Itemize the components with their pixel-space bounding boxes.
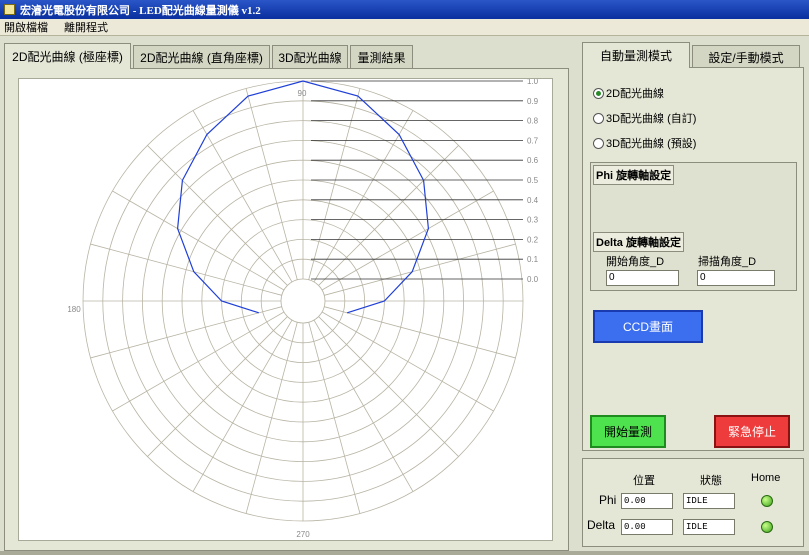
scan-angle-label: 掃描角度_D bbox=[698, 256, 757, 268]
menu-open-file[interactable]: 開啟檔檔 bbox=[4, 19, 48, 35]
start-angle-label: 開始角度_D bbox=[606, 256, 665, 268]
radial-tick-label: 0.3 bbox=[527, 216, 539, 225]
grid-spoke bbox=[313, 319, 414, 492]
radial-tick-label: 0.8 bbox=[527, 117, 539, 126]
axis-settings-group: Phi 旋轉軸設定 Delta 旋轉軸設定 開始角度_D 掃描角度_D 0 0 bbox=[590, 162, 797, 291]
grid-spoke bbox=[321, 190, 494, 291]
title-bar: 宏濬光電股份有限公司 - LED配光曲線量測儀 v1.2 bbox=[0, 0, 809, 19]
radial-tick-label: 0.9 bbox=[527, 97, 539, 106]
radio-button-icon[interactable] bbox=[593, 112, 604, 124]
grid-spoke bbox=[245, 322, 298, 514]
auto-mode-panel: 2D配光曲線 3D配光曲線 (自訂) 3D配光曲線 (預設) Phi 旋轉軸設定… bbox=[582, 67, 804, 451]
delta-home-led-icon bbox=[761, 521, 773, 533]
grid-spoke bbox=[147, 145, 288, 286]
radial-tick-label: 0.6 bbox=[527, 156, 539, 165]
grid-spoke bbox=[245, 88, 298, 280]
phi-position-field: 0.00 bbox=[621, 493, 673, 509]
status-strip bbox=[0, 551, 809, 555]
emergency-stop-button[interactable]: 緊急停止 bbox=[714, 415, 790, 448]
menu-bar: 開啟檔檔 離開程式 bbox=[0, 19, 809, 36]
tab-manual-mode[interactable]: 設定/手動模式 bbox=[692, 45, 800, 68]
tab-results[interactable]: 量測結果 bbox=[350, 45, 413, 68]
status-header-state: 狀態 bbox=[700, 475, 722, 487]
radial-tick-label: 0.2 bbox=[527, 235, 539, 244]
status-header-position: 位置 bbox=[633, 475, 655, 487]
phi-group-label: Phi 旋轉軸設定 bbox=[593, 165, 675, 185]
grid-spoke bbox=[318, 316, 459, 457]
axis-status-panel: 位置 狀態 Home Phi 0.00 IDLE Delta 0.00 IDLE bbox=[582, 458, 804, 547]
start-angle-input[interactable]: 0 bbox=[606, 270, 679, 286]
grid-spoke bbox=[112, 190, 285, 291]
tab-2d-cartesian[interactable]: 2D配光曲線 (直角座標) bbox=[133, 45, 270, 68]
radio-3d-custom[interactable]: 3D配光曲線 (自訂) bbox=[593, 110, 696, 126]
radio-label: 3D配光曲線 (自訂) bbox=[606, 113, 697, 125]
polar-plot: 1.0 0.9 0.8 0.7 0.6 0.5 0.4 0.3 0.2 0.1 0.0 90 180… bbox=[18, 78, 553, 541]
grid-spoke bbox=[318, 145, 459, 286]
grid-spoke bbox=[324, 306, 516, 359]
delta-position-field: 0.00 bbox=[621, 519, 673, 535]
phi-state-field: IDLE bbox=[683, 493, 735, 509]
polar-plot-panel: 1.0 0.9 0.8 0.7 0.6 0.5 0.4 0.3 0.2 0.1 0.0 90 180… bbox=[4, 68, 569, 551]
status-row-phi-label: Phi bbox=[599, 493, 617, 507]
grid-spoke bbox=[192, 110, 293, 283]
grid-spoke bbox=[147, 316, 288, 457]
scan-angle-input[interactable]: 0 bbox=[697, 270, 775, 286]
angle-label-180: 180 bbox=[67, 305, 81, 314]
delta-group-label: Delta 旋轉軸設定 bbox=[593, 232, 684, 252]
radial-tick-label: 0.0 bbox=[527, 275, 539, 284]
grid-spoke bbox=[90, 306, 282, 359]
grid-spoke bbox=[308, 88, 361, 280]
grid-spoke bbox=[112, 311, 285, 412]
radial-tick-label: 0.5 bbox=[527, 176, 539, 185]
tab-3d[interactable]: 3D配光曲線 bbox=[272, 45, 348, 68]
radio-button-icon[interactable] bbox=[593, 87, 604, 99]
status-header-home: Home bbox=[751, 472, 781, 484]
radio-3d-default[interactable]: 3D配光曲線 (預設) bbox=[593, 135, 696, 151]
radial-tick-label: 0.4 bbox=[527, 196, 539, 205]
radio-label: 2D配光曲線 bbox=[606, 88, 665, 100]
grid-spoke bbox=[308, 322, 361, 514]
status-row-delta-label: Delta bbox=[587, 518, 616, 532]
phi-home-led-icon bbox=[761, 495, 773, 507]
radio-2d-curve[interactable]: 2D配光曲線 bbox=[593, 85, 664, 101]
grid-spoke bbox=[321, 311, 494, 412]
polar-plot-svg: 1.0 0.9 0.8 0.7 0.6 0.5 0.4 0.3 0.2 0.1 0.0 90 180… bbox=[67, 79, 539, 539]
tab-auto-mode[interactable]: 自動量測模式 bbox=[582, 42, 690, 68]
grid-spoke bbox=[192, 319, 293, 492]
angle-label-90: 90 bbox=[298, 89, 307, 98]
menu-exit[interactable]: 離開程式 bbox=[64, 19, 108, 35]
radial-tick-label: 0.1 bbox=[527, 255, 539, 264]
radio-label: 3D配光曲線 (預設) bbox=[606, 138, 697, 150]
angle-label-270: 270 bbox=[296, 530, 310, 539]
ccd-view-button[interactable]: CCD畫面 bbox=[593, 310, 703, 343]
radial-tick-label: 1.0 bbox=[527, 79, 539, 86]
tab-2d-polar[interactable]: 2D配光曲線 (極座標) bbox=[4, 43, 131, 69]
grid-ring bbox=[280, 278, 326, 324]
grid-spoke bbox=[313, 110, 414, 283]
radio-button-icon[interactable] bbox=[593, 137, 604, 149]
delta-state-field: IDLE bbox=[683, 519, 735, 535]
window-title: 宏濬光電股份有限公司 - LED配光曲線量測儀 v1.2 bbox=[20, 4, 261, 17]
start-measure-button[interactable]: 開始量測 bbox=[590, 415, 666, 448]
app-icon bbox=[4, 4, 15, 15]
radial-tick-label: 0.7 bbox=[527, 136, 539, 145]
